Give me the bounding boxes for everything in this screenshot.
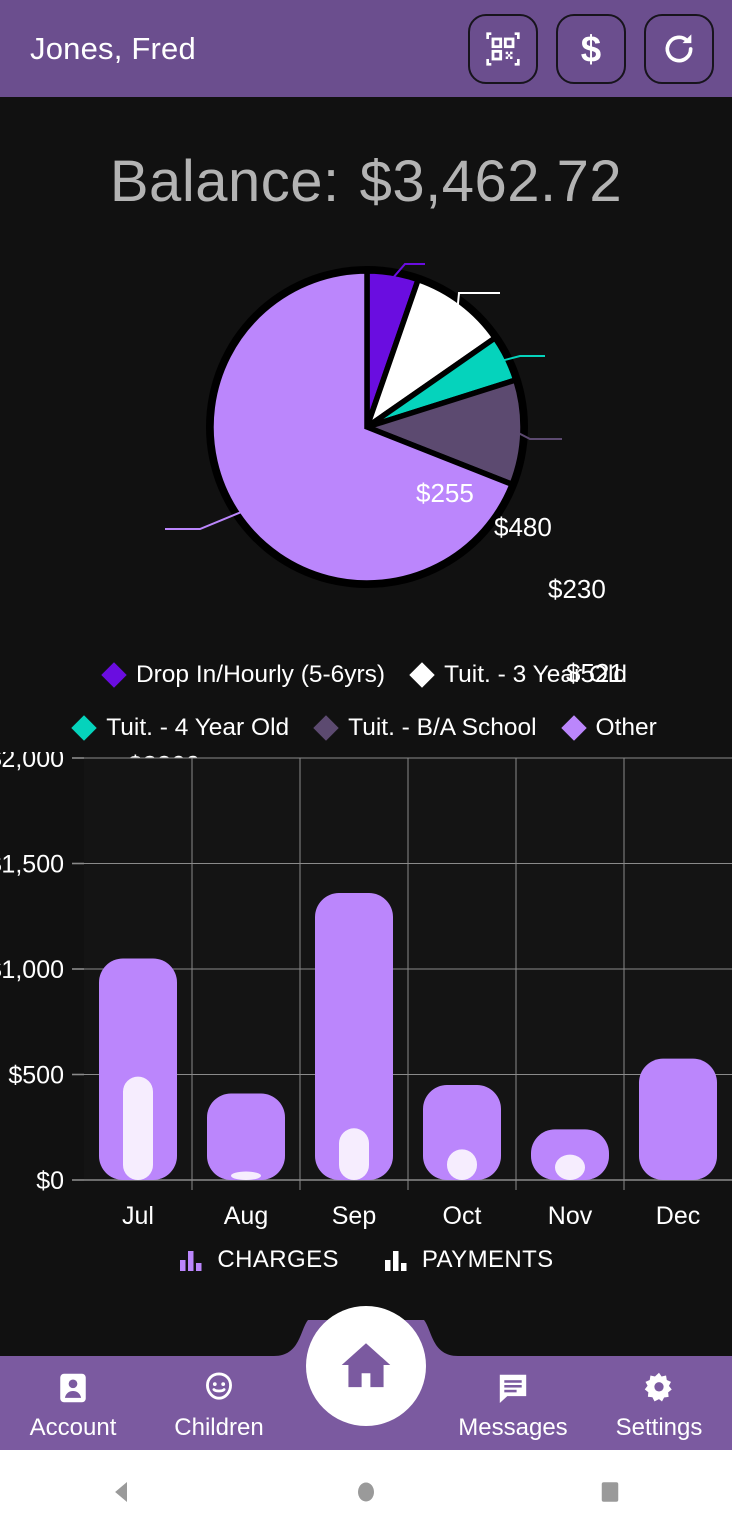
account-icon	[55, 1367, 91, 1409]
y-axis-tick-label: $0	[36, 1167, 64, 1195]
y-axis-tick-label: $1,000	[0, 956, 64, 984]
qr-code-icon	[486, 31, 520, 66]
qr-scan-button[interactable]	[468, 13, 538, 84]
nav-label: Children	[174, 1414, 264, 1441]
bar-chart-legend: CHARGES PAYMENTS	[0, 1236, 732, 1284]
charge-bar[interactable]	[639, 1058, 717, 1180]
pie-value-label-1: $480	[494, 512, 552, 542]
gear-icon	[641, 1367, 677, 1409]
svg-text:$: $	[581, 29, 601, 69]
legend-diamond-icon	[409, 661, 435, 688]
monthly-bar-chart: $0 $500 $1,000 $1,500 $2,000 Jul Aug Sep Oct Nov…	[0, 752, 732, 1232]
circle-home-icon	[358, 1482, 374, 1501]
pie-chart-svg	[165, 263, 562, 588]
dollar-sign-icon: $	[581, 29, 601, 69]
nav-label: Account	[29, 1414, 117, 1441]
nav-item-children[interactable]: Children	[146, 1367, 292, 1442]
header-actions: $	[468, 13, 714, 84]
legend-diamond-icon	[71, 714, 97, 741]
legend-item-tuition-ba-school[interactable]: Tuit. - B/A School	[313, 713, 537, 742]
pie-value-label-2: $230	[548, 574, 606, 604]
child-face-icon	[201, 1367, 237, 1409]
home-button[interactable]	[306, 1450, 426, 1533]
x-axis-tick-label: Dec	[656, 1202, 700, 1230]
balance-display: Balance: $3,462.72	[0, 148, 732, 215]
nav-item-account[interactable]: Account	[0, 1367, 146, 1442]
payment-bar[interactable]	[447, 1149, 477, 1180]
y-axis-tick-label: $1,500	[0, 851, 64, 879]
home-icon	[341, 1343, 391, 1388]
legend-label: Tuit. - 3 Year Old	[444, 660, 628, 688]
refresh-icon	[665, 33, 693, 62]
pie-slices	[206, 266, 528, 588]
nav-label: Settings	[615, 1414, 703, 1441]
pie-value-label-0: $255	[416, 478, 474, 508]
x-axis-tick-label: Jul	[122, 1202, 154, 1230]
legend-label: Tuit. - 4 Year Old	[106, 713, 290, 741]
legend-label: Drop In/Hourly (5-6yrs)	[135, 660, 386, 688]
x-axis-tick-label: Sep	[332, 1202, 376, 1230]
legend-label: PAYMENTS	[421, 1246, 554, 1273]
legend-item-drop-in-hourly[interactable]: Drop In/Hourly (5-6yrs)	[101, 660, 386, 689]
legend-diamond-icon	[313, 714, 339, 741]
back-button[interactable]	[62, 1450, 182, 1533]
balance-label: Balance:	[109, 149, 340, 214]
y-axis-tick-label: $2,000	[0, 752, 64, 773]
bar-chart-icon	[180, 1251, 202, 1271]
pie-legend-row-2: Tuit. - 4 Year Old Tuit. - B/A School Ot…	[0, 701, 732, 754]
legend-label: Tuit. - B/A School	[348, 713, 537, 741]
legend-item-charges[interactable]: CHARGES	[178, 1246, 339, 1274]
square-recents-icon	[601, 1481, 619, 1502]
pie-legend-row-1: Drop In/Hourly (5-6yrs) Tuit. - 3 Year O…	[0, 648, 732, 701]
pie-legend: Drop In/Hourly (5-6yrs) Tuit. - 3 Year O…	[0, 648, 732, 754]
legend-label: CHARGES	[217, 1246, 339, 1273]
y-axis-tick-label: $500	[8, 1062, 64, 1090]
payment-bar[interactable]	[123, 1076, 153, 1180]
bar-chart-y-axis-labels: $0 $500 $1,000 $1,500 $2,000	[0, 752, 64, 1195]
legend-diamond-icon	[560, 714, 587, 741]
legend-label: Other	[595, 713, 657, 741]
nav-label: Messages	[458, 1414, 568, 1441]
legend-diamond-icon	[101, 661, 127, 688]
payment-bar[interactable]	[231, 1171, 261, 1180]
bar-chart-svg: $0 $500 $1,000 $1,500 $2,000 Jul Aug Sep Oct Nov…	[0, 752, 732, 1230]
recents-button[interactable]	[550, 1450, 670, 1533]
bottom-navigation: Account Children Messages Settings	[0, 1306, 732, 1450]
legend-item-other[interactable]: Other	[560, 713, 657, 742]
legend-item-tuition-4-year-old[interactable]: Tuit. - 4 Year Old	[71, 713, 290, 742]
page-title: Jones, Fred	[30, 30, 196, 66]
message-icon	[495, 1367, 531, 1409]
app-header: Jones, Fred $	[0, 0, 732, 97]
payment-bar[interactable]	[339, 1128, 369, 1180]
nav-item-home[interactable]	[306, 1306, 426, 1426]
triangle-back-icon	[115, 1481, 127, 1502]
balance-pie-chart: $255 $480 $230 $521 $3309	[0, 236, 732, 780]
nav-item-settings[interactable]: Settings	[586, 1367, 732, 1442]
charge-bar[interactable]	[207, 1093, 285, 1180]
bar-chart-icon	[384, 1251, 407, 1271]
balance-amount: $3,462.72	[359, 149, 623, 214]
x-axis-tick-label: Nov	[548, 1202, 593, 1230]
payment-bar[interactable]	[555, 1154, 585, 1180]
payment-button[interactable]: $	[556, 13, 626, 84]
x-axis-tick-label: Oct	[443, 1202, 482, 1230]
legend-item-tuition-3-year-old[interactable]: Tuit. - 3 Year Old	[409, 660, 628, 689]
pie-leader-line	[165, 510, 244, 530]
legend-item-payments[interactable]: PAYMENTS	[383, 1246, 554, 1274]
refresh-button[interactable]	[644, 13, 714, 84]
x-axis-tick-label: Aug	[224, 1202, 268, 1230]
android-system-bar	[0, 1450, 732, 1533]
nav-item-messages[interactable]: Messages	[440, 1367, 586, 1442]
bar-chart-x-axis-labels: Jul Aug Sep Oct Nov Dec	[122, 1202, 700, 1230]
